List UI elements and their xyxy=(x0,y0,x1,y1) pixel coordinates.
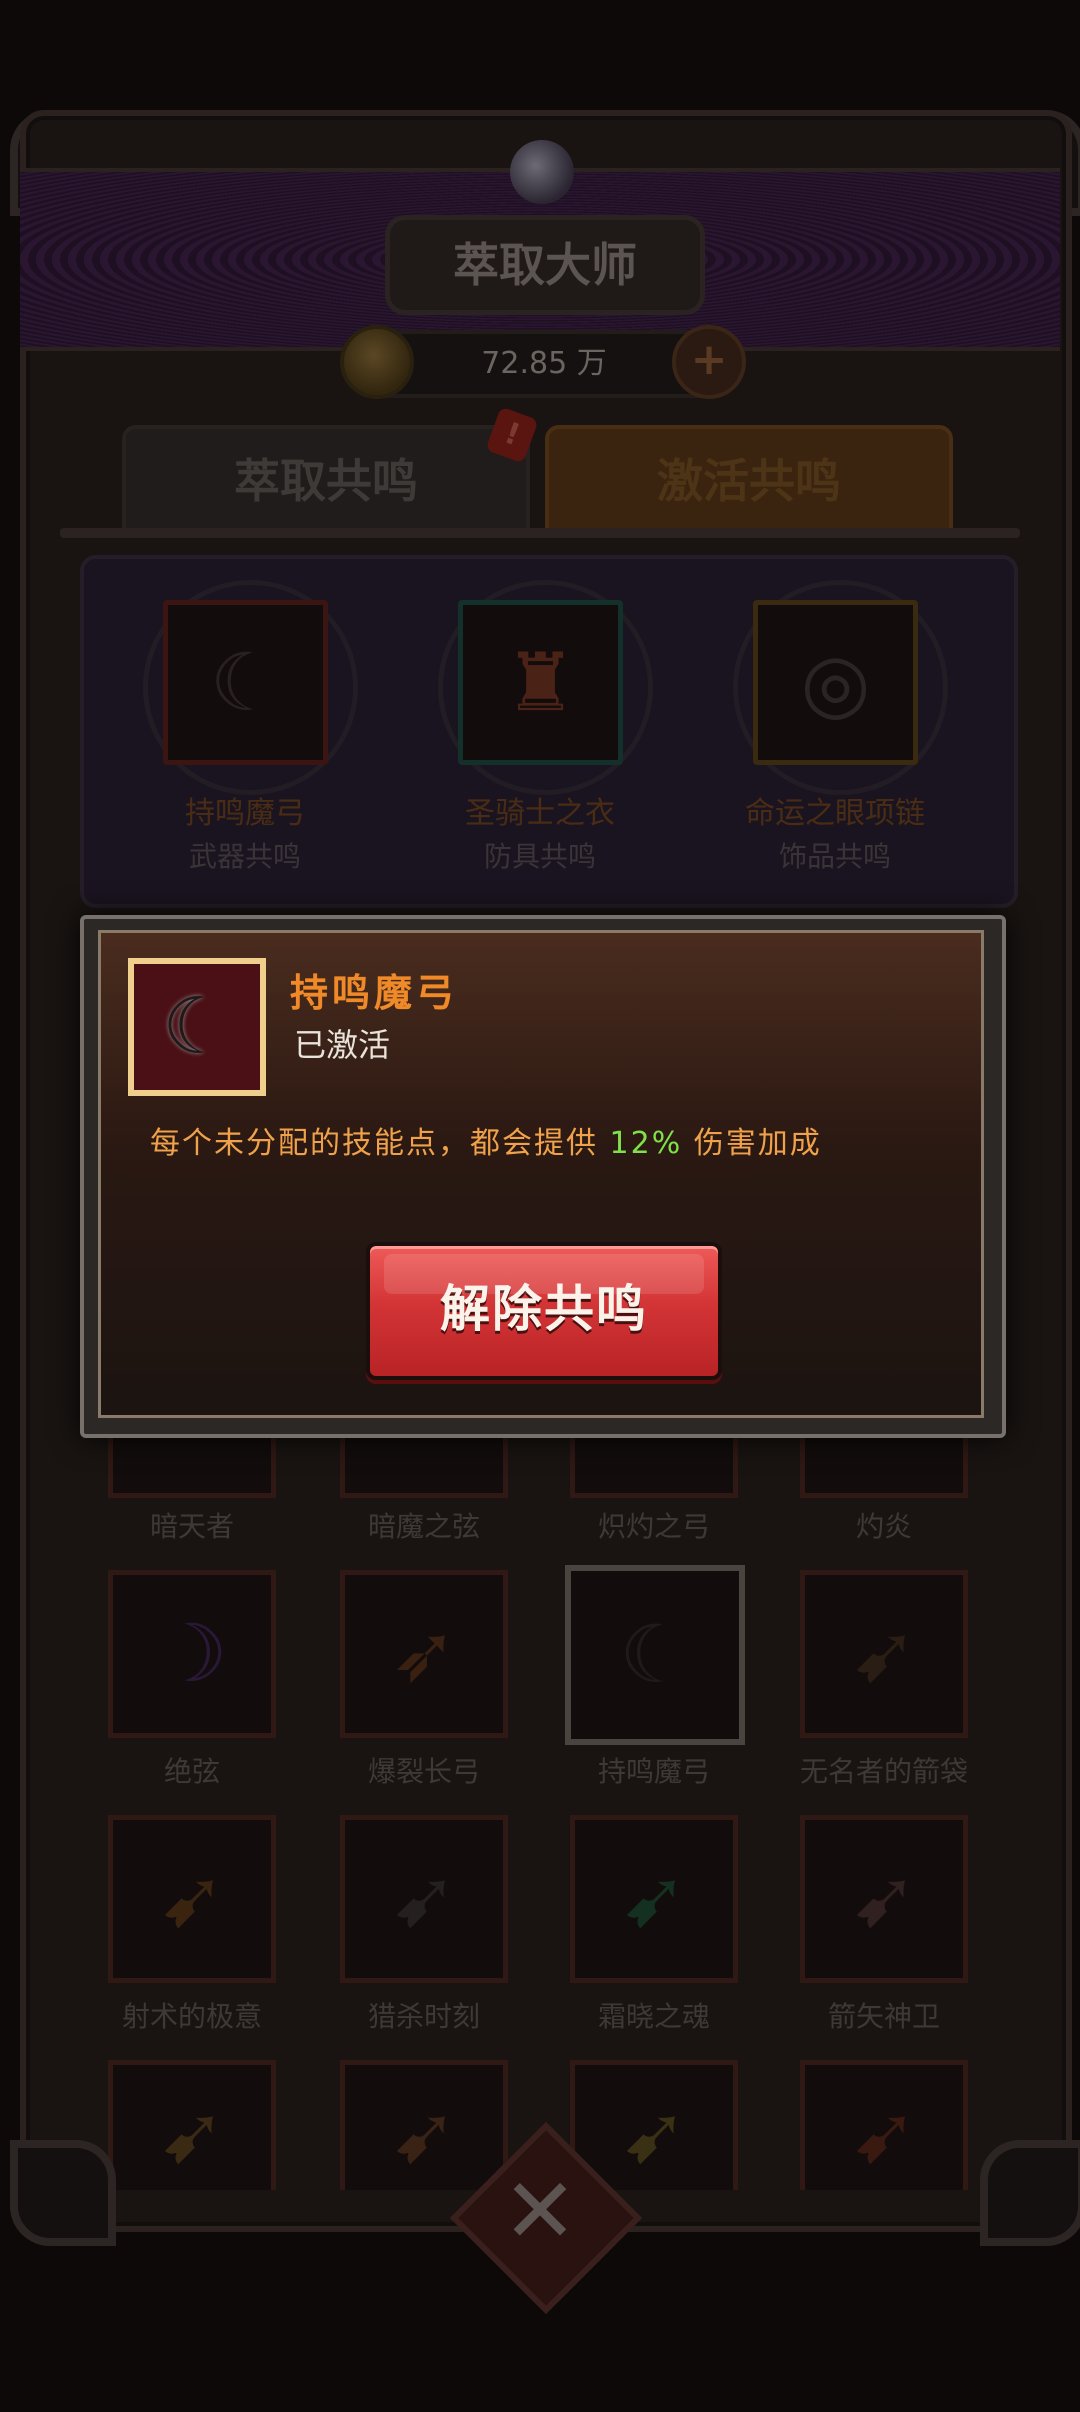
resonance-slot-accessory[interactable]: ◎ xyxy=(733,580,948,795)
orb-icon xyxy=(510,140,574,204)
bow-icon: ☾ xyxy=(619,1608,691,1701)
grid-item-selected[interactable]: ☾ xyxy=(565,1565,745,1745)
bow-icon: ☽ xyxy=(156,1607,228,1700)
armor-icon: ♜ xyxy=(504,636,577,729)
resonance-slot-armor[interactable]: ♜ xyxy=(438,580,653,795)
quiver-icon: ➹ xyxy=(850,2088,918,2181)
grid-item-label: 绝弦 xyxy=(163,1755,220,1788)
grid-item-label: 箭矢神卫 xyxy=(827,2000,940,2033)
dialog-description: 每个未分配的技能点，都会提供 12% 伤害加成 xyxy=(150,1118,822,1162)
grid-item-label: 暗魔之弦 xyxy=(367,1510,480,1543)
close-emblem-icon[interactable]: ✕ xyxy=(478,2150,602,2274)
resonance-name-armor: 圣骑士之衣 xyxy=(465,796,615,831)
grid-item-label: 爆裂长弓 xyxy=(367,1755,480,1788)
bow-icon: ☾ xyxy=(209,636,282,729)
quiver-icon: ➹ xyxy=(390,1852,458,1945)
resonance-type-weapon: 武器共鸣 xyxy=(188,840,301,873)
resonance-type-armor: 防具共鸣 xyxy=(483,840,596,873)
necklace-icon: ◎ xyxy=(800,636,871,729)
grid-item[interactable]: ➶ xyxy=(340,1570,508,1738)
quiver-icon: ➹ xyxy=(850,1852,918,1945)
page-title: 萃取大师 xyxy=(385,215,705,315)
grid-item[interactable]: ➹ xyxy=(108,1815,276,1983)
coin-icon xyxy=(340,325,414,399)
resonance-name-accessory: 命运之眼项链 xyxy=(745,796,925,831)
corner-ornament xyxy=(10,2140,116,2246)
resonance-slot-weapon[interactable]: ☾ xyxy=(143,580,358,795)
desc-text-before: 每个未分配的技能点，都会提供 xyxy=(150,1126,610,1161)
grid-item-label: 炽灼之弓 xyxy=(597,1510,710,1543)
quiver-icon: ➹ xyxy=(158,1852,226,1945)
tab-divider xyxy=(60,528,1020,538)
desc-percent: 12% xyxy=(609,1126,683,1161)
tab-extract-resonance[interactable]: 萃取共鸣 xyxy=(122,425,530,538)
bow-icon: ☾ xyxy=(162,982,232,1072)
grid-item[interactable]: ➹ xyxy=(800,2060,968,2190)
release-resonance-button[interactable]: 解除共鸣 xyxy=(366,1242,722,1380)
corner-ornament xyxy=(980,2140,1080,2246)
quiver-icon: ➹ xyxy=(850,1607,918,1700)
grid-item-label: 猎杀时刻 xyxy=(367,2000,480,2033)
resonance-name-weapon: 持鸣魔弓 xyxy=(185,796,305,831)
grid-item[interactable]: ☽ xyxy=(108,1570,276,1738)
desc-text-after: 伤害加成 xyxy=(682,1126,822,1161)
grid-item-label: 暗天者 xyxy=(149,1510,234,1543)
grid-item-label: 持鸣魔弓 xyxy=(597,1755,710,1788)
grid-item[interactable]: ➹ xyxy=(108,2060,276,2190)
grid-item-label: 射术的极意 xyxy=(121,2000,262,2033)
quiver-icon: ➹ xyxy=(158,2088,226,2181)
grid-item[interactable]: ➹ xyxy=(570,1815,738,1983)
grid-item[interactable]: ➹ xyxy=(800,1570,968,1738)
grid-item-label: 霜晓之魂 xyxy=(597,2000,710,2033)
dialog-item-status: 已激活 xyxy=(294,1026,391,1064)
quiver-icon: ➹ xyxy=(620,1852,688,1945)
grid-item-label: 无名者的箭袋 xyxy=(799,1755,968,1788)
grid-item[interactable]: ➹ xyxy=(340,1815,508,1983)
bow-icon: ➶ xyxy=(390,1607,458,1700)
resonance-type-accessory: 饰品共鸣 xyxy=(778,840,891,873)
grid-item-label: 灼炎 xyxy=(855,1510,912,1543)
dialog-item-frame: ☾ xyxy=(128,958,266,1096)
grid-item[interactable]: ➹ xyxy=(800,1815,968,1983)
tab-activate-resonance[interactable]: 激活共鸣 xyxy=(545,425,953,538)
dialog-item-name: 持鸣魔弓 xyxy=(290,971,459,1015)
plus-icon[interactable]: + xyxy=(672,325,746,399)
